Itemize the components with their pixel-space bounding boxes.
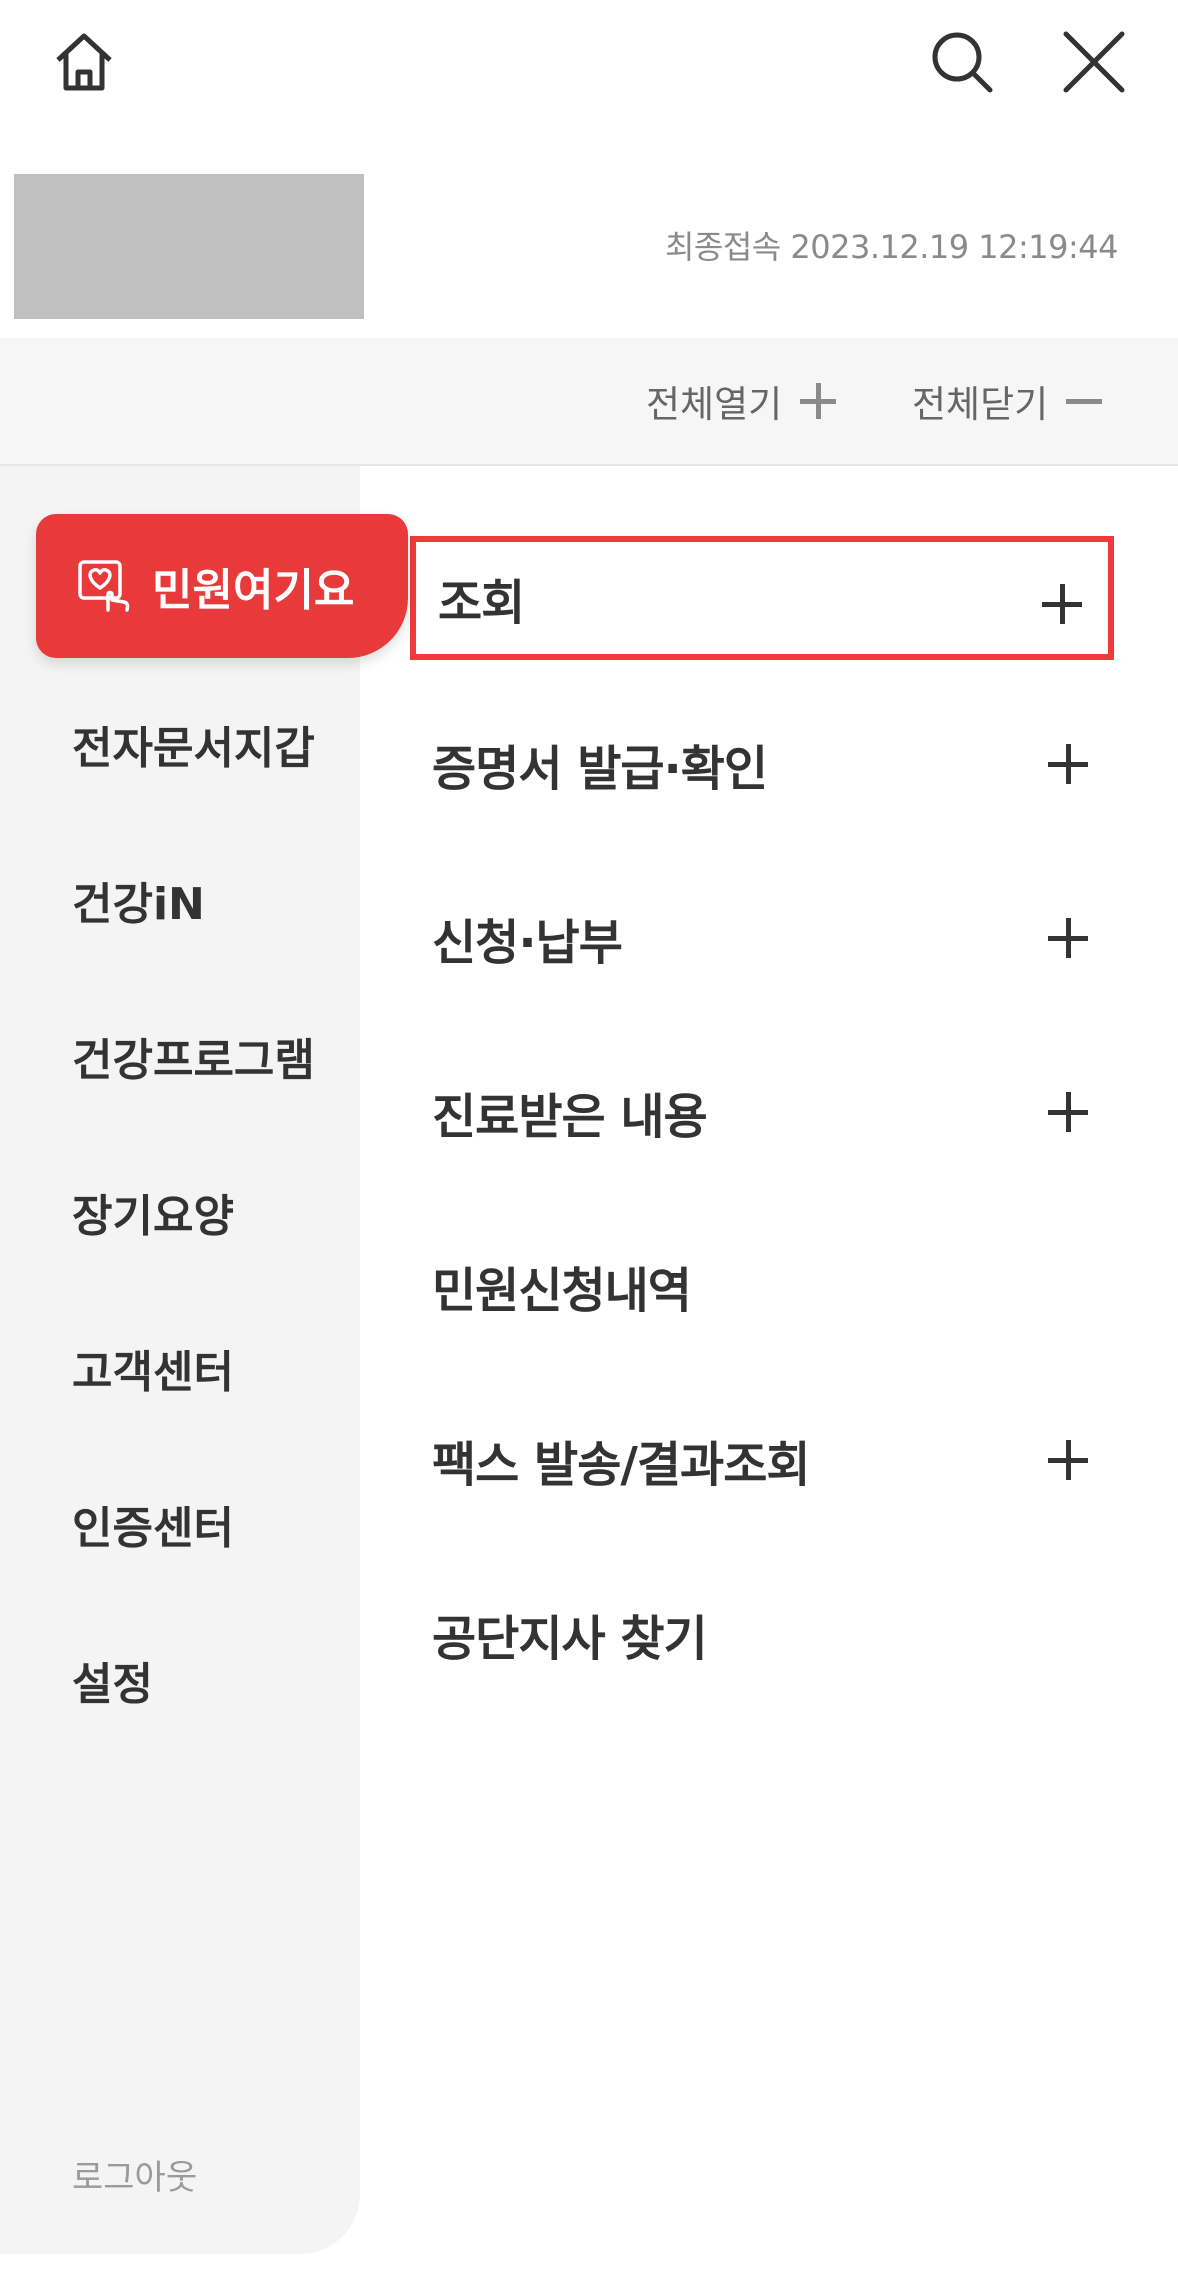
menu-item-label: 팩스 발송/결과조회	[432, 1437, 811, 1493]
sidebar-item-long-term-care[interactable]: 장기요양	[72, 1180, 234, 1244]
close-all-label: 전체닫기	[912, 383, 1049, 426]
minus-icon	[1064, 381, 1104, 421]
sidebar-item-customer-center[interactable]: 고객센터	[72, 1336, 234, 1400]
last-login-text: 최종접속 2023.12.19 12:19:44	[664, 228, 1119, 266]
plus-icon	[1046, 1438, 1090, 1482]
expand-collapse-bar: 전체열기 전체닫기	[0, 338, 1178, 466]
profile-area: 최종접속 2023.12.19 12:19:44	[0, 160, 1178, 330]
sidebar-item-wallet[interactable]: 전자문서지갑	[72, 712, 315, 776]
plus-icon	[1046, 1090, 1090, 1134]
sidebar-item-health-program[interactable]: 건강프로그램	[72, 1024, 315, 1088]
sidebar-item-settings[interactable]: 설정	[72, 1648, 153, 1712]
open-all-label: 전체열기	[646, 383, 783, 426]
close-icon[interactable]	[1056, 24, 1132, 100]
menu-item-label: 증명서 발급·확인	[432, 741, 768, 797]
menu-item-application-history[interactable]: 민원신청내역	[410, 1224, 1114, 1348]
sidebar-item-minwon[interactable]: 민원여기요	[36, 514, 408, 658]
plus-icon	[1040, 582, 1084, 626]
menu-item-label: 공단지사 찾기	[432, 1611, 708, 1667]
menu-item-treatment[interactable]: 진료받은 내용	[410, 1050, 1114, 1174]
sidebar-active-label: 민원여기요	[152, 565, 355, 616]
plus-icon	[798, 381, 838, 421]
menu-item-fax[interactable]: 팩스 발송/결과조회	[410, 1398, 1114, 1522]
sidebar: 민원여기요 전자문서지갑 건강iN 건강프로그램 장기요양 고객센터 인증센터 …	[0, 466, 408, 2254]
sidebar-item-health-in[interactable]: 건강iN	[72, 868, 205, 932]
menu-item-certificate[interactable]: 증명서 발급·확인	[410, 702, 1114, 826]
menu-item-label: 진료받은 내용	[432, 1089, 708, 1145]
search-icon[interactable]	[924, 24, 1000, 100]
open-all-button[interactable]: 전체열기	[646, 374, 838, 428]
close-all-button[interactable]: 전체닫기	[912, 374, 1104, 428]
menu-item-inquiry[interactable]: 조회	[410, 536, 1114, 660]
menu-item-label: 신청·납부	[432, 915, 623, 971]
menu-item-apply-pay[interactable]: 신청·납부	[410, 876, 1114, 1000]
heart-hand-icon	[78, 560, 130, 612]
plus-icon	[1046, 916, 1090, 960]
sidebar-item-auth-center[interactable]: 인증센터	[72, 1492, 234, 1556]
user-name-placeholder	[14, 174, 364, 319]
menu-item-label: 민원신청내역	[432, 1263, 692, 1319]
logout-link[interactable]: 로그아웃	[72, 2150, 197, 2199]
menu-item-branch-finder[interactable]: 공단지사 찾기	[410, 1572, 1114, 1696]
home-icon[interactable]	[46, 24, 122, 100]
top-bar	[0, 0, 1178, 140]
plus-icon	[1046, 742, 1090, 786]
menu-item-label: 조회	[438, 575, 525, 631]
